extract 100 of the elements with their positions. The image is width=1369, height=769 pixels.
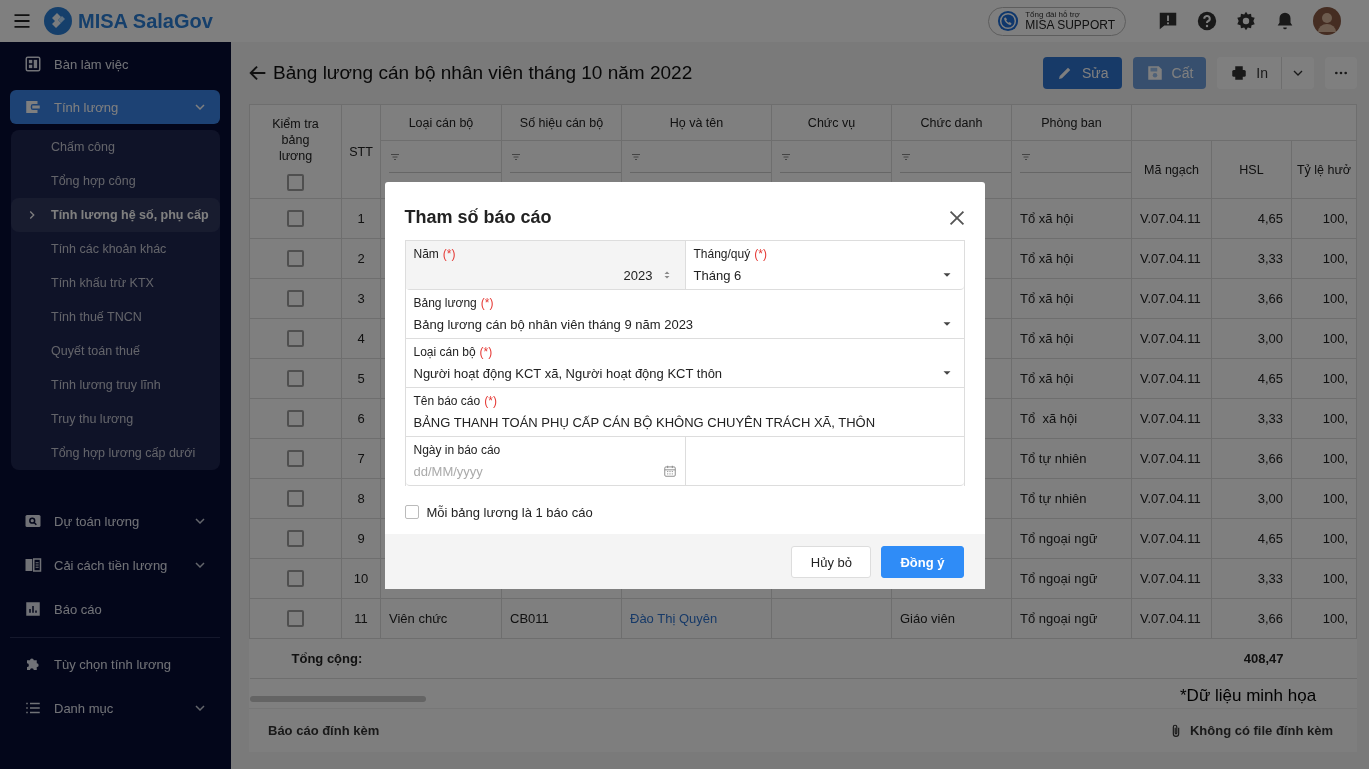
menu-icon[interactable] bbox=[12, 11, 32, 31]
checkbox[interactable] bbox=[287, 570, 304, 588]
table-cell: 1 bbox=[341, 198, 381, 239]
table-cell: 4,65 bbox=[1211, 198, 1292, 239]
column-header: Họ và tên bbox=[621, 104, 772, 141]
checkbox[interactable] bbox=[287, 610, 304, 628]
table-cell: 3,00 bbox=[1211, 318, 1292, 359]
table-cell: 3,66 bbox=[1211, 598, 1292, 639]
table-cell: 100, bbox=[1291, 238, 1357, 279]
date-field[interactable]: dd/MM/yyyy bbox=[413, 463, 614, 479]
calendar-icon[interactable] bbox=[662, 464, 677, 478]
sidebar-item[interactable]: Dự toán lương bbox=[10, 499, 220, 543]
column-header: Phòng ban bbox=[1011, 104, 1132, 141]
checkbox[interactable] bbox=[404, 505, 419, 519]
caption: *Dữ liệu minh họa bbox=[1180, 686, 1317, 706]
table-cell: Tổ xã hội bbox=[1011, 198, 1132, 239]
checkbox[interactable] bbox=[287, 290, 304, 308]
attachment-label: Báo cáo đính kèm bbox=[268, 723, 380, 738]
dropdown[interactable]: Người hoạt động KCT xã, Người hoạt động KCT thôn bbox=[413, 362, 956, 384]
checkbox[interactable] bbox=[287, 370, 304, 388]
table-cell: 4 bbox=[341, 318, 381, 359]
table-cell: V.07.04.11 bbox=[1131, 198, 1212, 239]
sidebar-item[interactable]: Bàn làm việc bbox=[10, 42, 220, 86]
table-cell: V.07.04.11 bbox=[1131, 518, 1212, 559]
page-title: Bảng lương cán bộ nhân viên tháng 10 năm 2022 bbox=[273, 62, 693, 84]
table-cell: V.07.04.11 bbox=[1131, 358, 1212, 399]
cancel-button[interactable]: Hủy bỏ bbox=[791, 546, 872, 578]
table-cell: 100, bbox=[1291, 438, 1357, 479]
column-header: Tỷ lệ hưở bbox=[1291, 140, 1357, 199]
text-field[interactable]: BẢNG THANH TOÁN PHỤ CẤP CÁN BỘ KHÔNG CHUYÊN TRÁCH XÃ, THÔN bbox=[413, 411, 956, 433]
submenu-item[interactable]: Tính khấu trừ KTX bbox=[11, 266, 220, 300]
table-cell: 2 bbox=[341, 238, 381, 279]
table-cell: Tổ tự nhiên bbox=[1011, 478, 1132, 519]
table-cell: 10 bbox=[341, 558, 381, 599]
submenu-item[interactable]: Tổng hợp lương cấp dưới bbox=[11, 436, 220, 470]
submenu-item[interactable]: Tổng hợp công bbox=[11, 164, 220, 198]
sidebar-item[interactable]: Báo cáo bbox=[10, 587, 220, 631]
table-cell: V.07.04.11 bbox=[1131, 318, 1212, 359]
table-cell: 11 bbox=[341, 598, 381, 639]
table-cell: V.07.04.11 bbox=[1131, 598, 1212, 639]
sidebar-item[interactable]: Danh mục bbox=[10, 686, 220, 730]
table-cell: Tổ ngoại ngữ bbox=[1011, 558, 1132, 599]
sidebar-item[interactable]: Tính lương bbox=[10, 90, 220, 124]
sidebar-item[interactable]: Cải cách tiền lương bbox=[10, 543, 220, 587]
phone-icon bbox=[997, 10, 1020, 32]
submenu-item[interactable]: Tính các khoản khác bbox=[11, 232, 220, 266]
table-cell: 8 bbox=[341, 478, 381, 519]
required-mark: (*) bbox=[754, 247, 767, 262]
checkbox[interactable] bbox=[287, 174, 304, 191]
submenu-item[interactable]: Chấm công bbox=[11, 130, 220, 164]
checkbox[interactable] bbox=[287, 450, 304, 468]
number-field[interactable]: 2023 bbox=[413, 264, 677, 286]
table-cell: 100, bbox=[1291, 598, 1357, 639]
field-label: Loại cán bộ bbox=[413, 345, 476, 360]
table-cell: Tổ ngoại ngữ bbox=[1011, 518, 1132, 559]
chat-icon[interactable] bbox=[1157, 10, 1179, 32]
table-cell: Tổ tự nhiên bbox=[1011, 438, 1132, 479]
table-cell: V.07.04.11 bbox=[1131, 398, 1212, 439]
table-cell: 100, bbox=[1291, 318, 1357, 359]
dropdown[interactable]: Tháng 6 bbox=[693, 264, 956, 286]
table-cell: 4,65 bbox=[1211, 358, 1292, 399]
table-cell: 3,33 bbox=[1211, 238, 1292, 279]
confirm-button[interactable]: Đồng ý bbox=[881, 546, 964, 578]
column-header: Chức vụ bbox=[771, 104, 892, 141]
checkbox[interactable] bbox=[287, 330, 304, 348]
table-cell: 100, bbox=[1291, 518, 1357, 559]
sidebar-item[interactable]: Tùy chọn tính lương bbox=[10, 642, 220, 686]
total-value: 408,47 bbox=[1211, 638, 1292, 679]
submenu-item[interactable]: Tính lương truy lĩnh bbox=[11, 368, 220, 402]
submenu-item[interactable]: Tính lương hệ số, phụ cấp bbox=[11, 198, 220, 232]
table-cell: 100, bbox=[1291, 478, 1357, 519]
total-label: Tổng cộng: bbox=[291, 651, 363, 666]
submenu-item[interactable]: Tính thuế TNCN bbox=[11, 300, 220, 334]
support-button[interactable]: Tổng đài hỗ trợ MISA SUPPORT bbox=[988, 6, 1126, 36]
table-cell: 4,65 bbox=[1211, 518, 1292, 559]
checkbox[interactable] bbox=[287, 490, 304, 508]
scrollbar[interactable] bbox=[250, 696, 426, 702]
toolbar-button[interactable]: Sửa bbox=[1043, 57, 1122, 89]
checkbox[interactable] bbox=[287, 250, 304, 268]
checkbox[interactable] bbox=[287, 530, 304, 548]
table-cell: 5 bbox=[341, 358, 381, 399]
table-cell: 3,00 bbox=[1211, 478, 1292, 519]
checkbox[interactable] bbox=[287, 410, 304, 428]
table-cell: 3 bbox=[341, 278, 381, 319]
checkbox[interactable] bbox=[287, 210, 304, 228]
submenu-item[interactable]: Truy thu lương bbox=[11, 402, 220, 436]
table-cell: 3,66 bbox=[1211, 278, 1292, 319]
search-icon bbox=[24, 512, 42, 530]
settings-icon[interactable] bbox=[1235, 10, 1257, 32]
column-header: Mã ngạch bbox=[1131, 140, 1212, 199]
dropdown[interactable]: Bảng lương cán bộ nhân viên tháng 9 năm 2023 bbox=[413, 313, 956, 335]
required-mark: (*) bbox=[484, 394, 497, 409]
table-cell: V.07.04.11 bbox=[1131, 478, 1212, 519]
column-header: Kiểm tra bảng lương bbox=[271, 116, 320, 164]
more-button[interactable] bbox=[1325, 57, 1357, 89]
logo-icon bbox=[44, 7, 72, 35]
avatar[interactable] bbox=[1313, 7, 1341, 35]
book-icon bbox=[24, 556, 42, 574]
help-icon[interactable] bbox=[1196, 10, 1218, 32]
submenu-item[interactable]: Quyết toán thuế bbox=[11, 334, 220, 368]
